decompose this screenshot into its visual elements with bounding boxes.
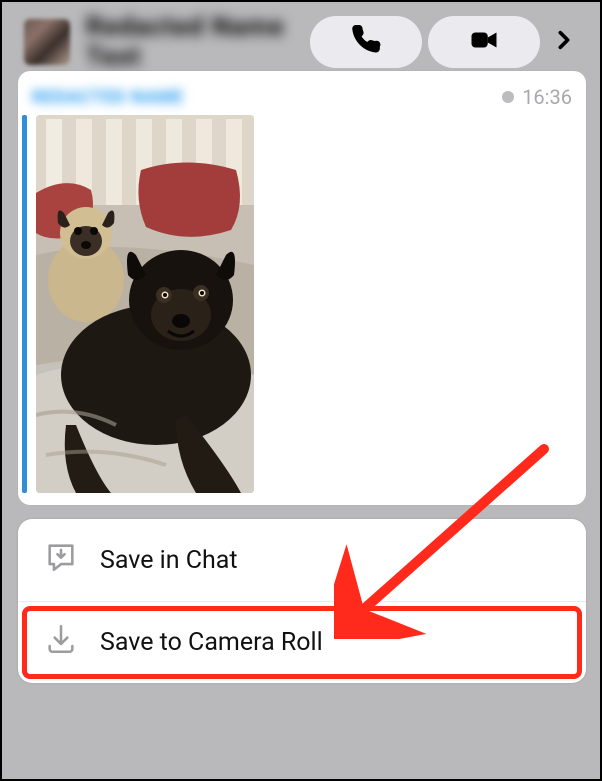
save-in-chat-label: Save in Chat xyxy=(100,546,238,575)
status-dot-icon xyxy=(502,91,514,103)
video-call-button[interactable] xyxy=(428,16,540,68)
save-in-chat-button[interactable]: Save in Chat xyxy=(18,519,586,601)
chat-image[interactable] xyxy=(36,115,254,493)
contact-name[interactable]: Redacted Name Text xyxy=(86,12,304,72)
video-icon xyxy=(469,25,499,59)
timestamp-text: 16:36 xyxy=(522,85,572,109)
avatar[interactable] xyxy=(24,19,70,65)
save-to-camera-roll-button[interactable]: Save to Camera Roll xyxy=(18,601,586,683)
save-to-camera-roll-label: Save to Camera Roll xyxy=(100,628,323,657)
call-button[interactable] xyxy=(310,16,422,68)
save-in-chat-icon xyxy=(44,540,78,581)
more-button[interactable] xyxy=(544,16,584,68)
chevron-right-icon xyxy=(553,25,575,59)
sender-name: REDACTED NAME xyxy=(32,87,184,108)
message-rail xyxy=(22,115,27,493)
phone-icon xyxy=(351,25,381,59)
chat-message-card: REDACTED NAME 16:36 xyxy=(18,71,586,505)
chat-header: Redacted Name Text xyxy=(14,9,588,75)
download-icon xyxy=(44,622,78,663)
action-sheet: Save in Chat Save to Camera Roll xyxy=(18,519,586,683)
message-time: 16:36 xyxy=(502,85,572,109)
